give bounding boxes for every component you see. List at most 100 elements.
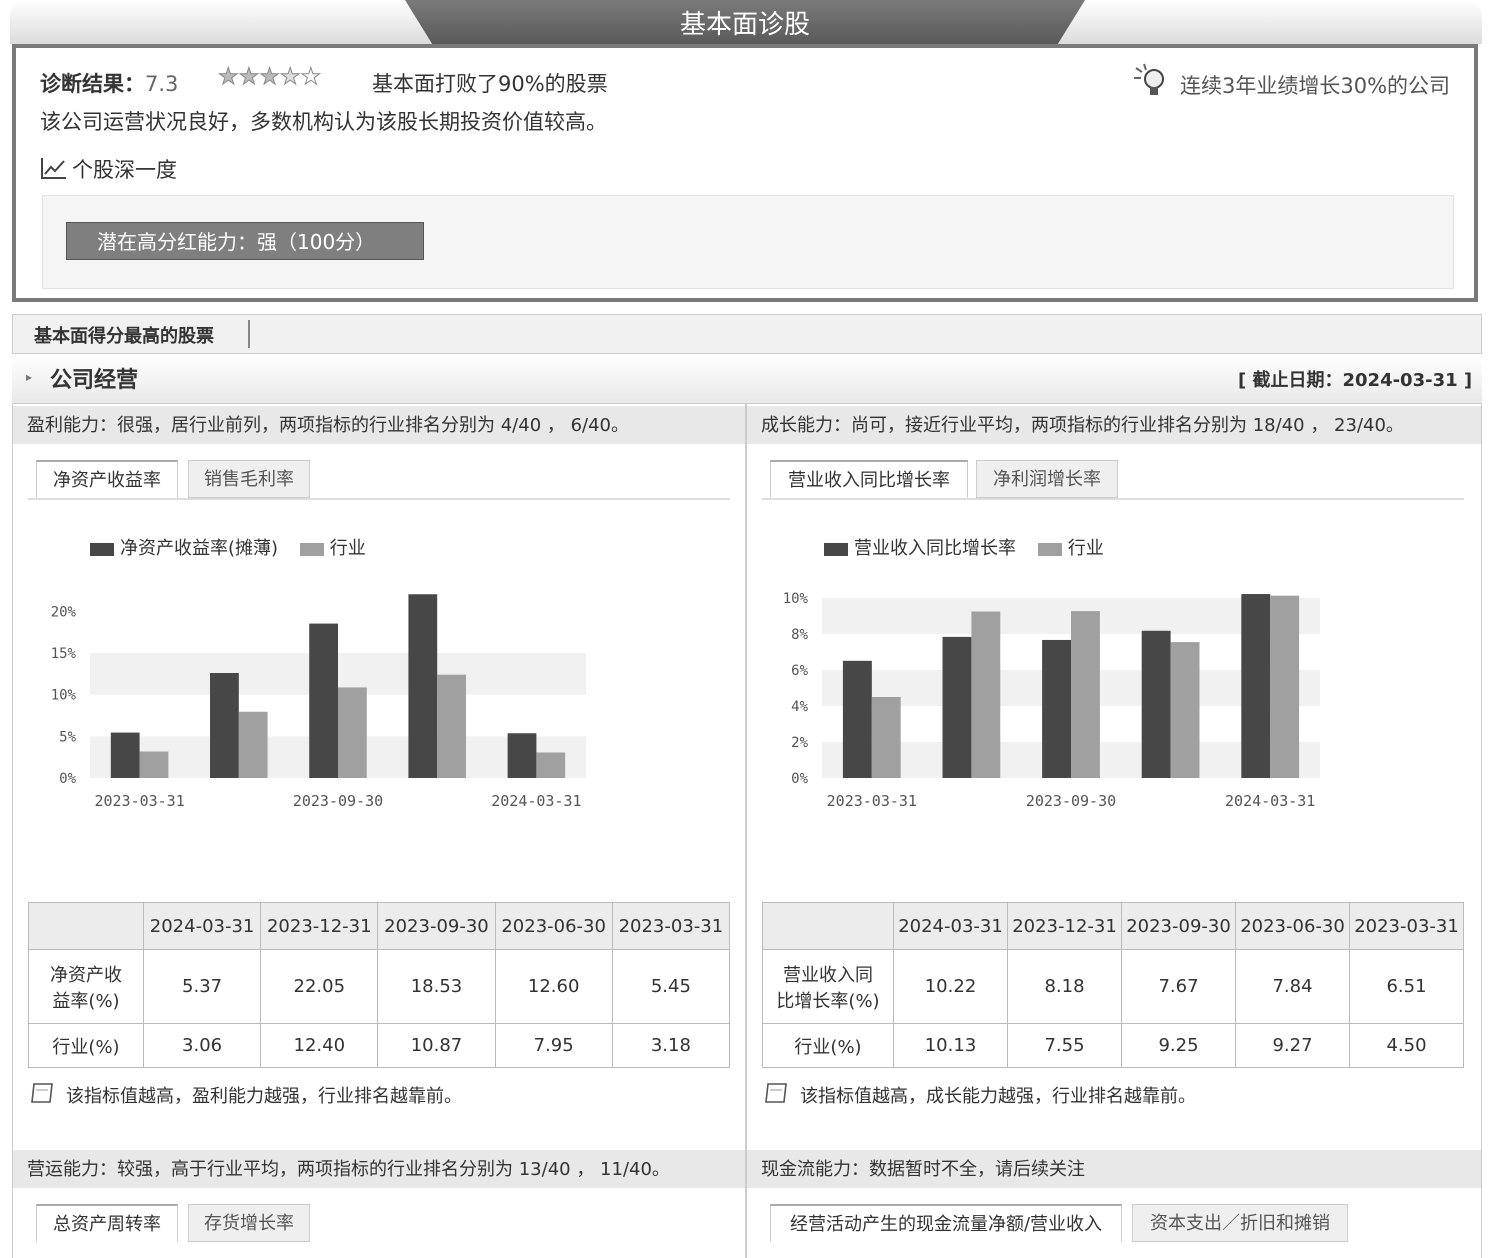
table-cell: 12.40 xyxy=(260,1023,379,1068)
row-label: 净资产收 益率(%) xyxy=(28,949,144,1024)
tab-profit-growth[interactable]: 净利润增长率 xyxy=(976,460,1118,498)
tab-operating-cashflow[interactable]: 经营活动产生的现金流量净额/营业收入 xyxy=(770,1204,1122,1242)
bar-industry xyxy=(238,711,268,778)
table-header: 2023-06-30 xyxy=(494,902,613,950)
y-tick-label: 0% xyxy=(791,771,808,787)
page-title: 基本面诊股 xyxy=(679,10,810,40)
legend-label: 净资产收益率(摊薄) xyxy=(120,538,279,559)
content-frame xyxy=(12,404,1482,1258)
bar-company xyxy=(408,594,438,778)
bar-industry xyxy=(971,611,1001,778)
profit-legend: 净资产收益率(摊薄) 行业 xyxy=(90,534,366,560)
tabs-underline xyxy=(28,498,730,500)
y-tick-label: 5% xyxy=(59,729,76,745)
bar-company xyxy=(110,732,140,778)
x-tick-label: 2023-09-30 xyxy=(293,792,383,810)
beat-text: 基本面打败了90%的股票 xyxy=(372,72,608,96)
legend-swatch xyxy=(90,542,114,556)
table-header: 2023-09-30 xyxy=(377,902,496,950)
x-tick-label: 2024-03-31 xyxy=(1225,792,1315,810)
tab-revenue-growth[interactable]: 营业收入同比增长率 xyxy=(770,460,968,498)
table-header: 2024-03-31 xyxy=(893,902,1008,950)
table-row: 行业(%) 10.13 7.55 9.25 9.27 4.50 xyxy=(762,1023,1464,1068)
table-row: 净资产收 益率(%) 5.37 22.05 18.53 12.60 5.45 xyxy=(28,949,731,1024)
potential-dividend-button[interactable]: 潜在高分红能力：强（100分） xyxy=(66,222,424,260)
growth-note: 该指标值越高，成长能力越强，行业排名越靠前。 xyxy=(800,1086,1196,1107)
diagnosis-result: 诊断结果：7.3 xyxy=(40,68,178,98)
cashflow-tabs: 经营活动产生的现金流量净额/营业收入 资本支出／折旧和摊销 xyxy=(762,1204,1464,1244)
cutoff-date: [ 截止日期：2024-03-31 ] xyxy=(1238,370,1473,391)
table-cell: 22.05 xyxy=(260,949,379,1024)
tab-roe[interactable]: 净资产收益率 xyxy=(36,460,178,498)
row-label: 行业(%) xyxy=(762,1023,894,1068)
triangle-right-icon[interactable]: ▸ xyxy=(26,370,32,384)
operation-heading: 营运能力：较强，高于行业平均，两项指标的行业排名分别为 13/40 ， 11/4… xyxy=(13,1150,745,1188)
lightbulb-icon xyxy=(1132,62,1172,106)
star-icon: ★ xyxy=(300,64,322,91)
star-icon: ★ xyxy=(259,64,281,91)
star-icon: ★ xyxy=(218,64,240,91)
tab-inventory-growth[interactable]: 存货增长率 xyxy=(188,1204,310,1242)
table-cell: 7.55 xyxy=(1007,1023,1122,1068)
bar-company xyxy=(842,660,872,778)
table-header: 2023-03-31 xyxy=(1349,902,1464,950)
best-stocks-tab[interactable]: 基本面得分最高的股票 xyxy=(34,322,214,348)
table-header: 2023-03-31 xyxy=(611,902,731,950)
note-icon xyxy=(30,1082,56,1108)
highlight-text: 连续3年业绩增长30%的公司 xyxy=(1180,74,1451,98)
growth-tabs: 营业收入同比增长率 净利润增长率 xyxy=(762,460,1464,500)
y-tick-label: 0% xyxy=(59,771,76,787)
growth-legend: 营业收入同比增长率 行业 xyxy=(824,534,1104,560)
bar-company xyxy=(942,636,972,778)
y-tick-label: 20% xyxy=(51,604,77,620)
x-tick-label: 2024-03-31 xyxy=(491,792,581,810)
tab-asset-turnover[interactable]: 总资产周转率 xyxy=(36,1204,178,1242)
row-label: 营业收入同 比增长率(%) xyxy=(762,949,894,1024)
profit-table: 2024-03-31 2023-12-31 2023-09-30 2023-06… xyxy=(28,902,731,1068)
legend-label: 行业 xyxy=(1067,538,1104,559)
table-cell: 10.13 xyxy=(893,1023,1008,1068)
profit-heading: 盈利能力：很强，居行业前列，两项指标的行业排名分别为 4/40 ， 6/40。 xyxy=(13,406,745,444)
tab-gross-margin[interactable]: 销售毛利率 xyxy=(188,460,310,498)
legend-swatch xyxy=(824,542,848,556)
tab-capex-depreciation[interactable]: 资本支出／折旧和摊销 xyxy=(1132,1204,1348,1242)
table-cell: 7.67 xyxy=(1121,949,1236,1024)
profit-tabs: 净资产收益率 销售毛利率 xyxy=(28,460,730,500)
table-cell: 7.84 xyxy=(1235,949,1350,1024)
table-header: 2024-03-31 xyxy=(142,902,262,950)
x-tick-label: 2023-03-31 xyxy=(827,792,917,810)
bar-company xyxy=(1042,639,1071,778)
rating-stars: ★★★★★ xyxy=(218,64,322,91)
bar-industry xyxy=(1270,595,1300,778)
y-tick-label: 10% xyxy=(51,688,77,704)
y-tick-label: 10% xyxy=(783,591,809,607)
bar-industry xyxy=(139,751,169,778)
note-icon xyxy=(764,1082,790,1108)
growth-heading: 成长能力：尚可，接近行业平均，两项指标的行业排名分别为 18/40 ， 23/4… xyxy=(747,406,1481,444)
star-icon: ★ xyxy=(238,64,260,91)
table-header: 2023-06-30 xyxy=(1235,902,1350,950)
table-cell: 6.51 xyxy=(1349,949,1464,1024)
table-corner xyxy=(762,902,894,950)
bar-industry xyxy=(338,687,367,778)
table-header: 2023-12-31 xyxy=(260,902,379,950)
y-tick-label: 8% xyxy=(791,627,808,643)
table-cell: 4.50 xyxy=(1349,1023,1464,1068)
diagnosis-label: 诊断结果： xyxy=(40,72,145,96)
bar-company xyxy=(1241,594,1271,778)
table-cell: 3.06 xyxy=(142,1023,262,1068)
table-cell: 7.95 xyxy=(494,1023,613,1068)
company-section-title: 公司经营 xyxy=(50,368,139,393)
bar-industry xyxy=(871,697,901,778)
column-divider xyxy=(745,404,747,1258)
deep-link[interactable]: 个股深一度 xyxy=(72,154,177,184)
bar-industry xyxy=(1071,611,1100,778)
best-stocks-bar xyxy=(12,314,1482,354)
growth-table: 2024-03-31 2023-12-31 2023-09-30 2023-06… xyxy=(762,902,1464,1068)
legend-swatch xyxy=(1037,542,1062,556)
table-header: 2023-12-31 xyxy=(1007,902,1122,950)
table-row: 营业收入同 比增长率(%) 10.22 8.18 7.67 7.84 6.51 xyxy=(762,949,1464,1024)
trend-chart-icon xyxy=(40,156,68,184)
table-cell: 9.25 xyxy=(1121,1023,1236,1068)
bar-industry xyxy=(437,674,466,778)
